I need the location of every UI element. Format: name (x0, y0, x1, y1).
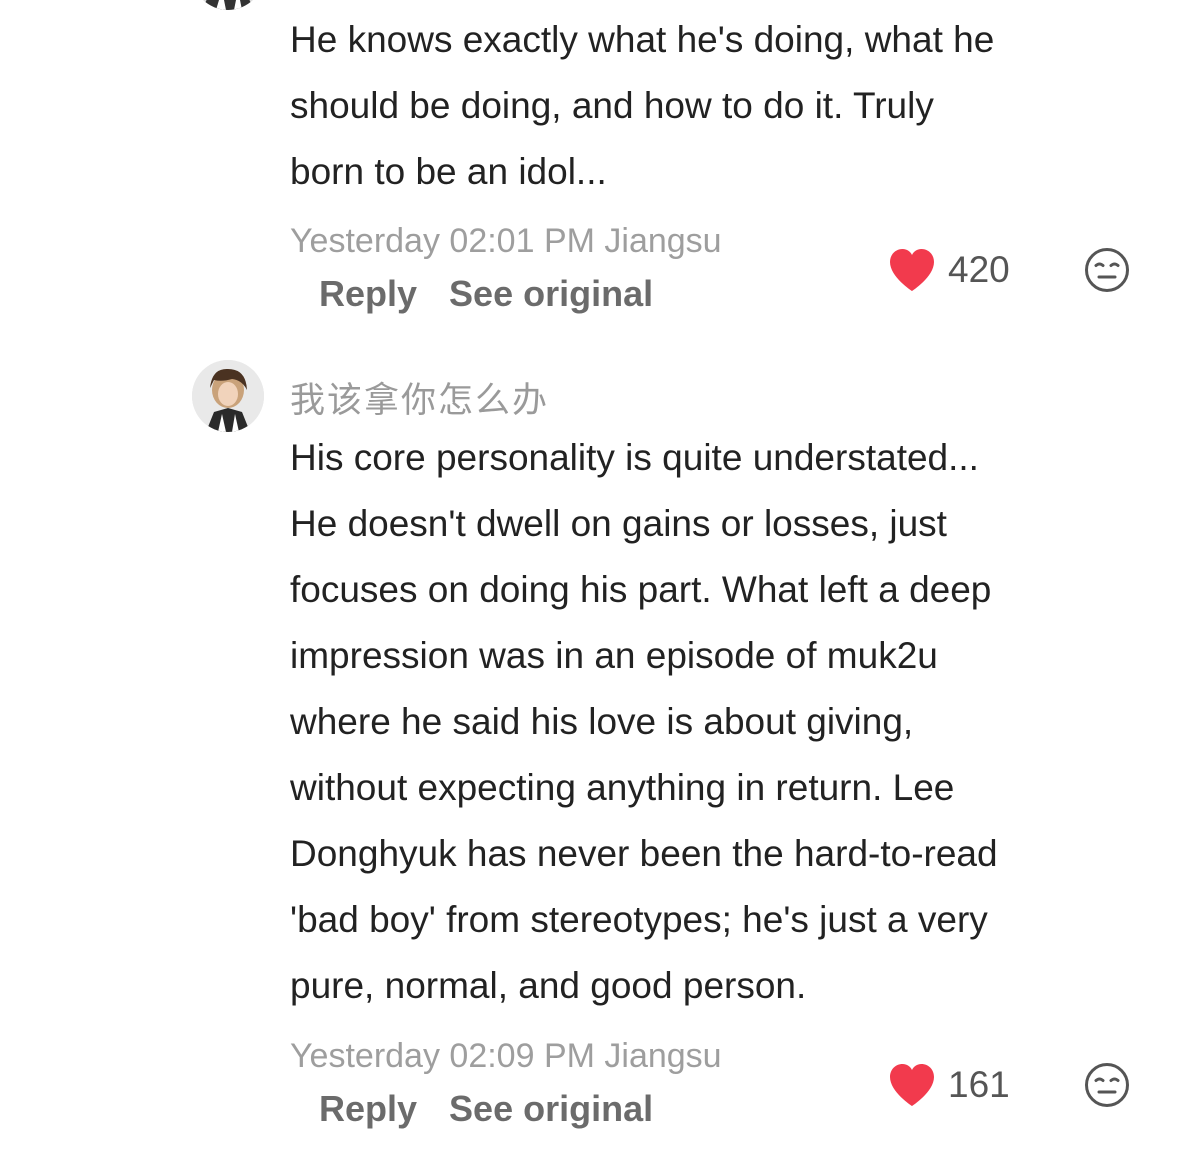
comment-text: He knows exactly what he's doing, what h… (290, 19, 995, 192)
avatar[interactable] (192, 360, 264, 432)
comment-meta: Yesterday 02:01 PM Jiangsu (290, 222, 722, 260)
comment-username[interactable]: 我该拿你怎么办 (290, 372, 549, 423)
expressionless-face-icon[interactable] (1084, 247, 1130, 293)
reply-button[interactable]: Reply (319, 273, 417, 314)
heart-icon (890, 1064, 934, 1106)
comment-actions: Reply See original (319, 273, 653, 315)
see-original-button[interactable]: See original (449, 1088, 653, 1129)
like-button[interactable]: 420 (888, 248, 1010, 292)
avatar[interactable] (192, 0, 264, 10)
comment-item: 我该拿你怎么办 His core personality is quite un… (0, 350, 1178, 1150)
like-button[interactable]: 161 (888, 1063, 1010, 1107)
comment-item: He knows exactly what he's doing, what h… (0, 0, 1178, 330)
comment-actions: Reply See original (319, 1088, 653, 1130)
heart-icon (890, 249, 934, 291)
comment-meta: Yesterday 02:09 PM Jiangsu (290, 1037, 722, 1075)
like-count: 161 (948, 1064, 1010, 1105)
like-count: 420 (948, 249, 1010, 290)
comment-text: His core personality is quite understate… (290, 437, 998, 1006)
expressionless-face-icon[interactable] (1084, 1062, 1130, 1108)
reply-button[interactable]: Reply (319, 1088, 417, 1129)
see-original-button[interactable]: See original (449, 273, 653, 314)
